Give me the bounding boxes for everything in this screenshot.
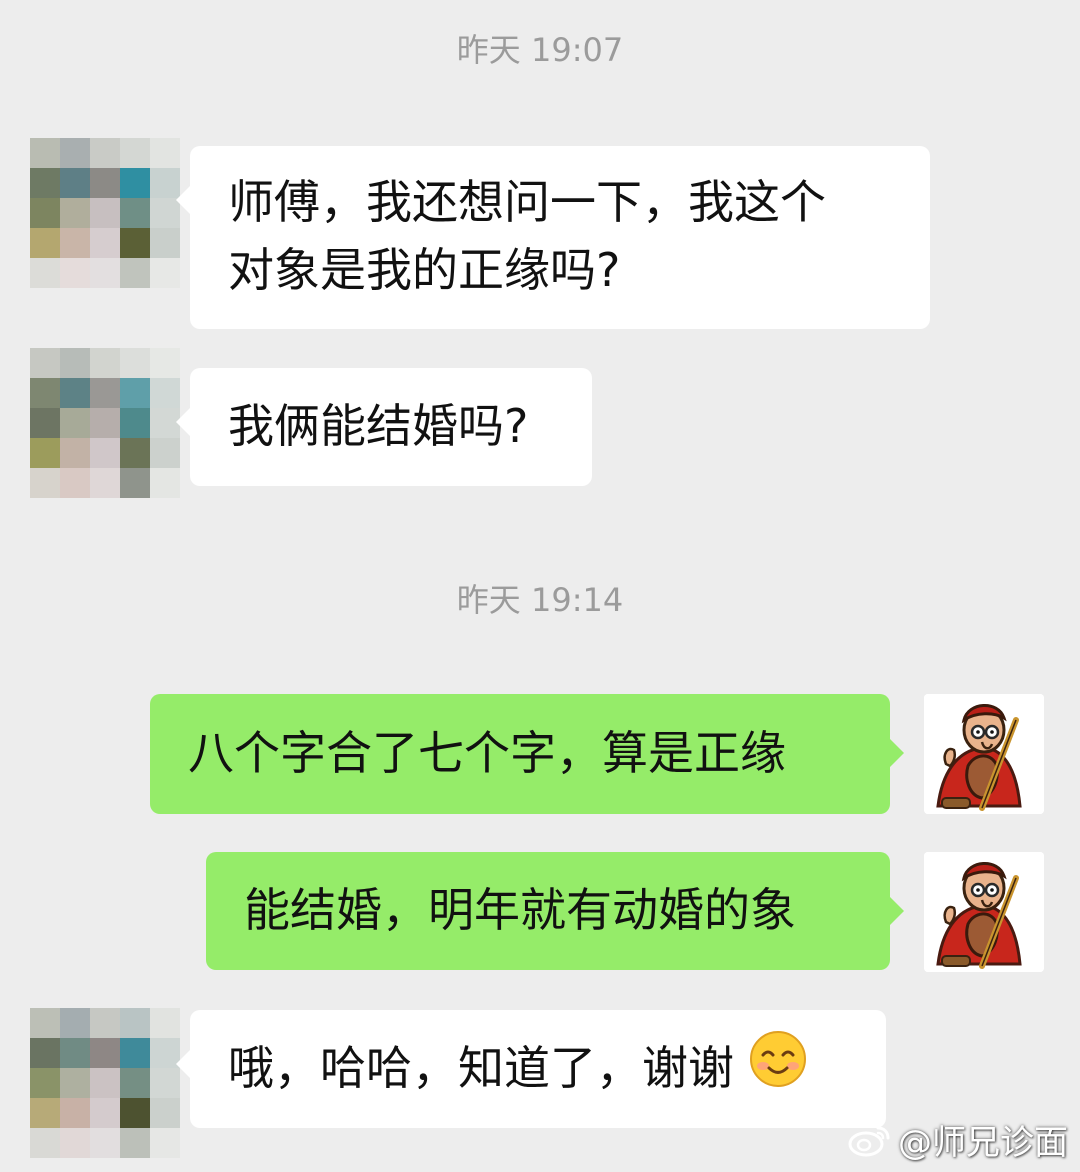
message-bubble-outgoing[interactable]: 八个字合了七个字，算是正缘 (150, 694, 904, 814)
message-text: 能结婚，明年就有动婚的象 (244, 883, 796, 937)
monk-cartoon-icon (924, 852, 1044, 972)
message-bubble-incoming[interactable]: 哦，哈哈，知道了，谢谢 (176, 1010, 886, 1128)
message-bubble-outgoing[interactable]: 能结婚，明年就有动婚的象 (206, 852, 904, 970)
self-avatar[interactable] (924, 694, 1044, 814)
monk-cartoon-icon (924, 694, 1044, 814)
message-text: 师傅，我还想问一下，我这个 对象是我的正缘吗? (228, 175, 826, 297)
message-text: 哦，哈哈，知道了，谢谢 (228, 1041, 734, 1095)
contact-avatar[interactable] (30, 1008, 180, 1158)
timestamp-1: 昨天 19:07 (456, 31, 624, 69)
weibo-watermark: @师兄诊面 (848, 1115, 1068, 1164)
message-text: 八个字合了七个字，算是正缘 (188, 726, 786, 780)
message-text: 我俩能结婚吗? (228, 399, 529, 453)
pixelated-avatar-icon (30, 348, 180, 498)
pixelated-avatar-icon (30, 1008, 180, 1158)
contact-avatar[interactable] (30, 138, 180, 288)
weibo-icon (848, 1126, 890, 1156)
pixelated-avatar-icon (30, 138, 180, 288)
watermark-text: @师兄诊面 (898, 1123, 1068, 1163)
message-bubble-incoming[interactable]: 我俩能结婚吗? (176, 368, 592, 486)
contact-avatar[interactable] (30, 348, 180, 498)
message-bubble-incoming[interactable]: 师傅，我还想问一下，我这个 对象是我的正缘吗? (176, 146, 930, 329)
smiling-face-emoji-icon (749, 1030, 807, 1106)
timestamp-2: 昨天 19:14 (456, 581, 624, 619)
self-avatar[interactable] (924, 852, 1044, 972)
